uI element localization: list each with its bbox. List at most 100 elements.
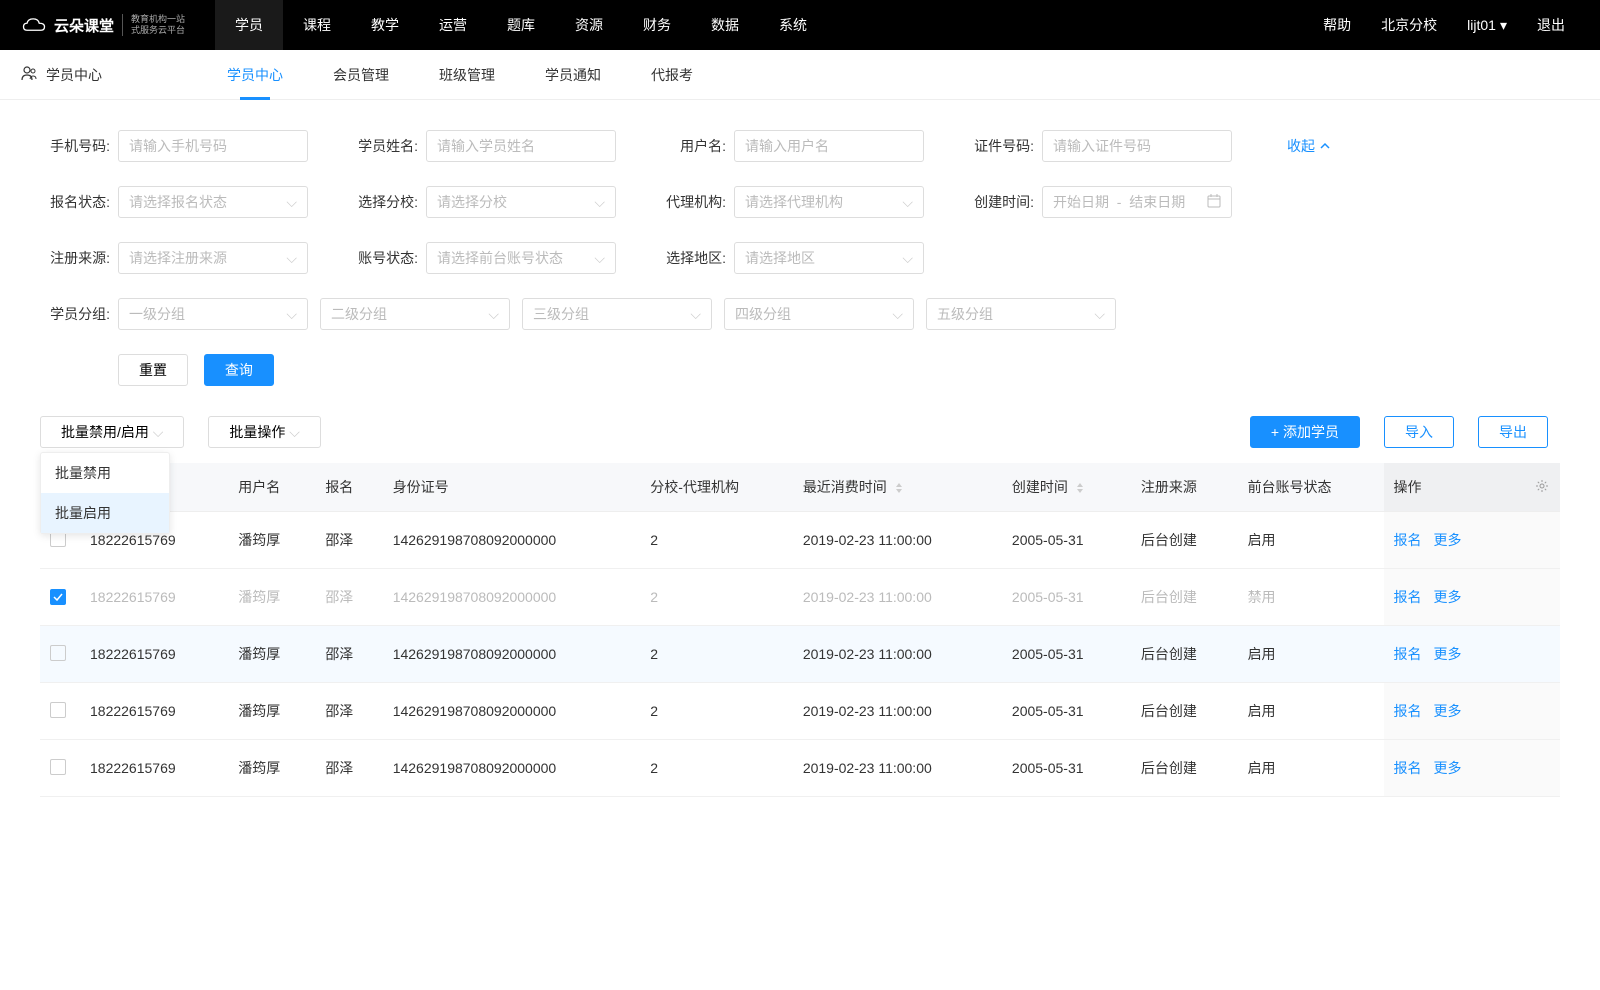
cell-source: 后台创建 [1131,626,1238,683]
add-student-button[interactable]: + 添加学员 [1250,416,1360,448]
table-toolbar: 批量禁用/启用 ⌵ 批量操作 ⌵ 批量禁用 批量启用 + 添加学员 导入 导出 [0,416,1600,448]
cell-source: 后台创建 [1131,683,1238,740]
cell-created: 2005-05-31 [1002,569,1131,626]
enroll-action[interactable]: 报名 [1394,760,1422,776]
col-last-spend[interactable]: 最近消费时间 [793,463,1002,512]
chevron-down-icon: ⌵ [690,306,701,323]
cell-branch: 2 [640,569,793,626]
group-filter-row: 学员分组: 一级分组⌵二级分组⌵三级分组⌵四级分组⌵五级分组⌵ [0,298,1600,330]
cell-enroll: 邵泽 [315,683,382,740]
top-nav-item[interactable]: 财务 [623,0,691,50]
batch-toggle-button[interactable]: 批量禁用/启用 ⌵ [40,416,184,448]
col-settings[interactable] [1524,463,1560,512]
sub-nav-item[interactable]: 班级管理 [414,50,520,100]
acct-status-select[interactable]: 请选择前台账号状态⌵ [426,242,616,274]
top-nav-item[interactable]: 运营 [419,0,487,50]
batch-enable-option[interactable]: 批量启用 [41,493,169,533]
cell-idno: 142629198708092000000 [383,683,641,740]
cell-enroll: 邵泽 [315,569,382,626]
name-input[interactable] [426,130,616,162]
top-nav-item[interactable]: 教学 [351,0,419,50]
row-checkbox[interactable] [50,645,66,661]
import-button[interactable]: 导入 [1384,416,1454,448]
sub-nav-item[interactable]: 代报考 [626,50,718,100]
export-button[interactable]: 导出 [1478,416,1548,448]
group-level-select[interactable]: 一级分组⌵ [118,298,308,330]
top-nav-item[interactable]: 系统 [759,0,827,50]
enroll-action[interactable]: 报名 [1394,532,1422,548]
sub-nav-item[interactable]: 学员通知 [520,50,626,100]
top-nav-item[interactable]: 题库 [487,0,555,50]
top-nav-item[interactable]: 学员 [215,0,283,50]
help-link[interactable]: 帮助 [1308,0,1366,50]
username-input[interactable] [734,130,924,162]
idno-input[interactable] [1042,130,1232,162]
row-checkbox[interactable] [50,759,66,775]
sub-nav-item[interactable]: 学员中心 [202,50,308,100]
top-nav-item[interactable]: 资源 [555,0,623,50]
date-range-picker[interactable]: 开始日期 - 结束日期 [1042,186,1232,218]
acct-status-label: 账号状态: [348,248,418,268]
row-checkbox[interactable] [50,702,66,718]
cell-last: 2019-02-23 11:00:00 [793,626,1002,683]
batch-ops-button[interactable]: 批量操作 ⌵ [208,416,321,448]
chevron-down-icon: ⌵ [286,306,297,323]
reg-source-select[interactable]: 请选择注册来源⌵ [118,242,308,274]
group-level-select[interactable]: 五级分组⌵ [926,298,1116,330]
reg-source-label: 注册来源: [40,248,110,268]
logout-link[interactable]: 退出 [1522,0,1580,50]
group-level-select[interactable]: 三级分组⌵ [522,298,712,330]
more-action[interactable]: 更多 [1434,589,1462,605]
caret-down-icon: ▾ [1500,17,1507,34]
query-button[interactable]: 查询 [204,354,274,386]
agency-select[interactable]: 请选择代理机构⌵ [734,186,924,218]
col-idno: 身份证号 [383,463,641,512]
more-action[interactable]: 更多 [1434,646,1462,662]
cloud-icon [20,15,48,35]
row-checkbox[interactable] [50,589,66,605]
calendar-icon [1207,194,1221,211]
enroll-action[interactable]: 报名 [1394,589,1422,605]
enroll-status-label: 报名状态: [40,192,110,212]
enroll-action[interactable]: 报名 [1394,703,1422,719]
gear-icon [1535,480,1549,496]
top-nav-right: 帮助 北京分校 lijt01 ▾ 退出 [1308,0,1580,50]
col-created[interactable]: 创建时间 [1002,463,1131,512]
phone-label: 手机号码: [40,136,110,156]
enroll-status-select[interactable]: 请选择报名状态⌵ [118,186,308,218]
sub-nav-item[interactable]: 会员管理 [308,50,414,100]
top-nav-item[interactable]: 数据 [691,0,759,50]
group-level-select[interactable]: 二级分组⌵ [320,298,510,330]
chevron-down-icon: ⌵ [488,306,499,323]
filter-panel: 手机号码: 学员姓名: 用户名: 证件号码: 收起 报名状态: 请选择报名状态⌵… [0,100,1600,274]
cell-created: 2005-05-31 [1002,626,1131,683]
phone-input[interactable] [118,130,308,162]
region-select[interactable]: 请选择地区⌵ [734,242,924,274]
chevron-down-icon: ⌵ [289,424,300,440]
branch-selector[interactable]: 北京分校 [1366,0,1452,50]
more-action[interactable]: 更多 [1434,760,1462,776]
top-nav-item[interactable]: 课程 [283,0,351,50]
batch-disable-option[interactable]: 批量禁用 [41,453,169,493]
cell-source: 后台创建 [1131,569,1238,626]
chevron-down-icon: ⌵ [286,250,297,267]
cell-idno: 142629198708092000000 [383,512,641,569]
collapse-toggle[interactable]: 收起 [1287,136,1331,156]
col-status: 前台账号状态 [1238,463,1384,512]
cell-status: 启用 [1238,626,1384,683]
cell-username: 潘筠厚 [228,569,315,626]
col-username: 用户名 [228,463,315,512]
more-action[interactable]: 更多 [1434,532,1462,548]
branch-select[interactable]: 请选择分校⌵ [426,186,616,218]
cell-username: 潘筠厚 [228,740,315,797]
sub-nav-items: 学员中心会员管理班级管理学员通知代报考 [202,50,718,100]
cell-idno: 142629198708092000000 [383,569,641,626]
batch-toggle-dropdown: 批量禁用 批量启用 [40,452,170,534]
sub-nav: 学员中心 学员中心会员管理班级管理学员通知代报考 [0,50,1600,100]
enroll-action[interactable]: 报名 [1394,646,1422,662]
group-level-select[interactable]: 四级分组⌵ [724,298,914,330]
user-menu[interactable]: lijt01 ▾ [1452,0,1522,50]
reset-button[interactable]: 重置 [118,354,188,386]
more-action[interactable]: 更多 [1434,703,1462,719]
sort-icon [1076,483,1084,493]
